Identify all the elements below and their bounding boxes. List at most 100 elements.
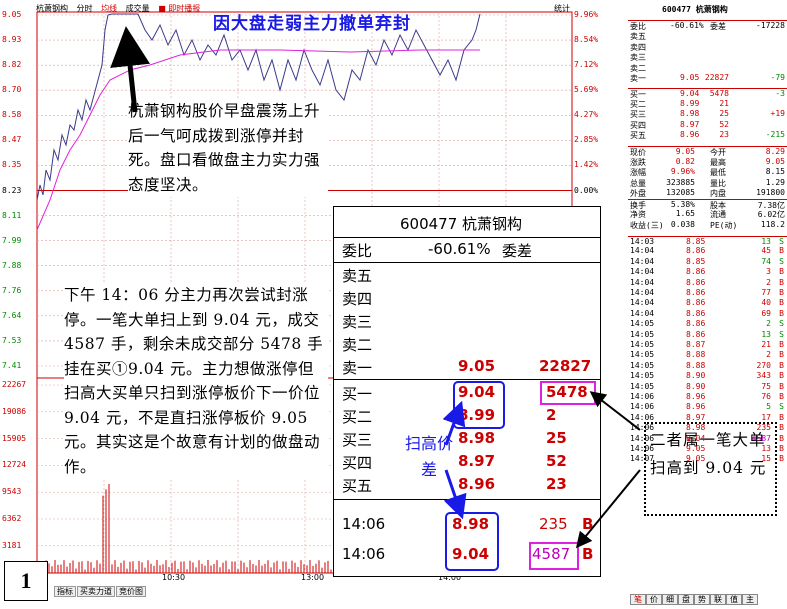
tick-time: 14:05 [630, 371, 655, 381]
tick-volume: 235 [756, 423, 771, 433]
tick-side: S [779, 402, 784, 412]
tick-side: B [779, 423, 784, 433]
tick-volume: 4587 [751, 433, 771, 443]
annotation-price-gap: 扫高价差 [404, 434, 453, 479]
tick-volume: 40 [761, 298, 771, 308]
sell-level-label: 卖二 [342, 336, 373, 354]
panel-tick-row: 14:04 8.86 2 B [628, 278, 787, 288]
panel-stat-row: 换手 5.38% 股本 7.38亿 [628, 198, 787, 210]
tick-price: 8.86 [686, 288, 706, 297]
panel-buy-row: 买一 9.04 5478 -3 [628, 88, 787, 99]
tab-indicator[interactable]: 指标 [54, 586, 76, 597]
buy-level-row: 买四 8.97 52 [334, 452, 602, 474]
tick-side: B [779, 277, 784, 287]
tick-price: 8.86 [686, 267, 706, 277]
stat-label: 总量 [630, 178, 646, 188]
tick-price: 8.85 [686, 237, 706, 246]
panel-tick-row: 14:04 8.86 77 B [628, 288, 787, 298]
stat-label: 外盘 [630, 189, 646, 198]
stat-value: 1.65 [675, 209, 695, 218]
tick-side: B [779, 288, 784, 297]
tick-volume: 74 [761, 256, 771, 266]
stats-button[interactable]: 统计 [554, 3, 570, 14]
sell-level-row: 卖一 9.05 22827 [334, 357, 602, 379]
tick-side: B [779, 308, 784, 318]
tick-volume: 2 [766, 277, 771, 287]
sell-level-row: 卖四 [334, 288, 602, 310]
tab-ma[interactable]: 均线 [101, 4, 117, 13]
stat-label: 收益(三) [630, 220, 664, 230]
tick-price: 9.05 [686, 444, 706, 453]
stat-value: 191800 [756, 188, 785, 197]
panel-tick-row: 14:06 8.96 76 B [628, 392, 787, 402]
buy-level-label: 买二 [342, 408, 373, 426]
panel-buy-row: 买三 8.98 25 +19 [628, 109, 787, 119]
tick-side: B [779, 392, 784, 401]
tick-volume: 13 [761, 444, 771, 453]
volume-axis-label: 12724 [2, 460, 27, 470]
quote-panel: 600477 杭萧钢构 委比 -60.61% 委差 -17228 卖五 卖四 卖三卖… [628, 0, 787, 609]
panel-tab[interactable]: 细 [662, 594, 678, 605]
panel-tab[interactable]: 价 [646, 594, 662, 605]
panel-tick-row: 14:06 9.04 4587 B [628, 434, 787, 444]
panel-tab[interactable]: 笔 [630, 594, 646, 605]
volume-axis-label: 9543 [2, 487, 22, 497]
tick-price: 8.90 [686, 381, 706, 391]
panel-tick-row: 14:05 8.90 75 B [628, 382, 787, 392]
stat-value: 8.29 [765, 147, 785, 156]
stat-label: 内盘 [710, 189, 726, 198]
tick-volume: 235 [539, 515, 568, 533]
buy-price: 8.98 [680, 109, 700, 118]
tick-price: 9.05 [686, 454, 706, 464]
buy-level-row: 买三 8.98 25 [334, 429, 602, 451]
panel-tick-row: 14:03 8.85 13 S [628, 236, 787, 246]
tick-time: 14:04 [630, 298, 655, 308]
tab-auction[interactable]: 竞价图 [116, 586, 146, 597]
tick-volume: 15 [761, 454, 771, 464]
panel-title: 600477 杭萧钢构 [662, 5, 728, 14]
tab-timeshare[interactable]: 分时 [77, 4, 93, 13]
buy-level-label: 买四 [342, 454, 373, 472]
tick-side: B [779, 267, 784, 277]
panel-tab[interactable]: 联 [710, 594, 726, 605]
tab-volume[interactable]: 成交量 [126, 4, 150, 13]
tick-side: B [779, 360, 784, 370]
tick-price: 8.97 [686, 412, 706, 422]
tick-side: B [582, 545, 594, 563]
tick-time: 14:04 [630, 308, 655, 318]
tick-price: 9.04 [686, 433, 706, 443]
tick-time: 14:06 [342, 545, 386, 563]
stat-value: 118.2 [760, 219, 785, 229]
buy-volume: 21 [719, 98, 729, 108]
price-axis-label: 7.88 [2, 260, 22, 270]
panel-tab[interactable]: 势 [694, 594, 710, 605]
tick-price: 8.86 [686, 246, 706, 256]
tick-time: 14:04 [630, 277, 655, 287]
buy-volume: 25 [546, 429, 567, 447]
buy-volume: 5478 [709, 89, 729, 98]
sell-volume: 22827 [539, 357, 592, 375]
tick-volume: 13 [761, 329, 771, 339]
panel-stat-row: 净资 1.65 流通 6.02亿 [628, 209, 787, 219]
tick-side: S [779, 319, 784, 329]
order-book-zoom: 600477 杭萧钢构 委比 -60.61% 委差 卖五 卖四 卖三 卖二 卖一 9.05… [333, 206, 601, 577]
stat-label: PE(动) [710, 220, 738, 230]
tick-volume: 69 [761, 308, 771, 318]
panel-tab[interactable]: 盘 [678, 594, 694, 605]
live-broadcast-button[interactable]: ■ 即时播报 [158, 4, 200, 13]
pct-axis-label: 4.27% [574, 110, 599, 120]
stat-value: 8.15 [765, 167, 785, 176]
tick-time: 14:04 [630, 267, 655, 277]
tick-time: 14:05 [630, 340, 655, 349]
buy-volume: 23 [719, 130, 729, 139]
tab-buysell-power[interactable]: 买卖力道 [77, 586, 115, 597]
price-axis-label: 7.64 [2, 310, 22, 320]
annotation-morning: 杭萧钢构股价早盘震荡上升后一气呵成拨到涨停并封死。盘口看做盘主力实力强态度坚决。 [128, 99, 328, 197]
panel-tab[interactable]: 主 [742, 594, 758, 605]
panel-tab[interactable]: 值 [726, 594, 742, 605]
panel-tick-row: 14:05 8.88 270 B [628, 361, 787, 371]
sell-level-row: 卖二 [334, 334, 602, 356]
tick-time: 14:06 [630, 423, 655, 433]
tick-time: 14:04 [630, 256, 655, 266]
tick-time: 14:05 [630, 350, 655, 360]
